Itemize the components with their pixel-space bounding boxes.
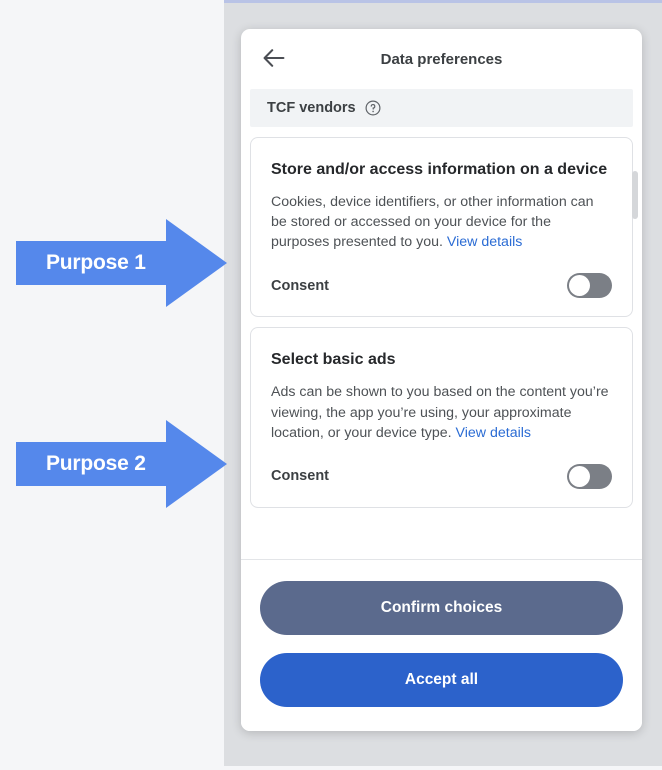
purpose-description: Ads can be shown to you based on the con… <box>271 382 612 442</box>
consent-row: Consent <box>271 273 612 299</box>
view-details-link[interactable]: View details <box>456 425 531 441</box>
consent-toggle[interactable] <box>567 273 612 299</box>
consent-row: Consent <box>271 463 612 489</box>
annotation-layer: Purpose 1 Purpose 2 <box>0 0 232 770</box>
purpose-description: Cookies, device identifiers, or other in… <box>271 192 612 252</box>
annotation-label-purpose-1: Purpose 1 <box>46 251 146 274</box>
scroll-divider <box>241 559 642 560</box>
toggle-knob <box>569 275 590 297</box>
accept-all-button[interactable]: Accept all <box>260 653 623 707</box>
consent-label: Consent <box>271 277 329 294</box>
purpose-card: Select basic ads Ads can be shown to you… <box>250 327 633 508</box>
purpose-description-text: Ads can be shown to you based on the con… <box>271 384 609 441</box>
page-title: Data preferences <box>380 50 503 68</box>
toggle-knob <box>569 465 590 487</box>
modal-footer: Confirm choices Accept all <box>241 560 642 731</box>
annotation-label-purpose-2: Purpose 2 <box>46 452 146 475</box>
modal-header: Data preferences <box>241 29 642 89</box>
annotation-arrow-purpose-2: Purpose 2 <box>16 419 228 509</box>
section-header-label: TCF vendors <box>267 100 356 116</box>
purpose-description-text: Cookies, device identifiers, or other in… <box>271 194 594 251</box>
arrow-left-icon <box>263 48 285 70</box>
annotation-arrow-purpose-1: Purpose 1 <box>16 218 228 308</box>
purpose-card: Store and/or access information on a dev… <box>250 137 633 318</box>
confirm-choices-button[interactable]: Confirm choices <box>260 581 623 635</box>
consent-toggle[interactable] <box>567 463 612 489</box>
consent-label: Consent <box>271 468 329 485</box>
consent-preferences-modal: Data preferences TCF vendors Store and/o… <box>241 29 642 731</box>
backdrop-topbar <box>224 0 662 3</box>
scrollbar-thumb[interactable] <box>632 171 638 219</box>
section-header-tcf-vendors: TCF vendors <box>250 89 633 127</box>
question-mark-circle-icon[interactable] <box>365 100 381 116</box>
purpose-title: Store and/or access information on a dev… <box>271 161 608 178</box>
preferences-scroll-region[interactable]: TCF vendors Store and/or access informat… <box>241 89 642 560</box>
purpose-title: Select basic ads <box>271 351 396 369</box>
scrollbar-track[interactable] <box>632 93 638 556</box>
view-details-link[interactable]: View details <box>447 234 522 250</box>
back-button[interactable] <box>257 42 291 76</box>
